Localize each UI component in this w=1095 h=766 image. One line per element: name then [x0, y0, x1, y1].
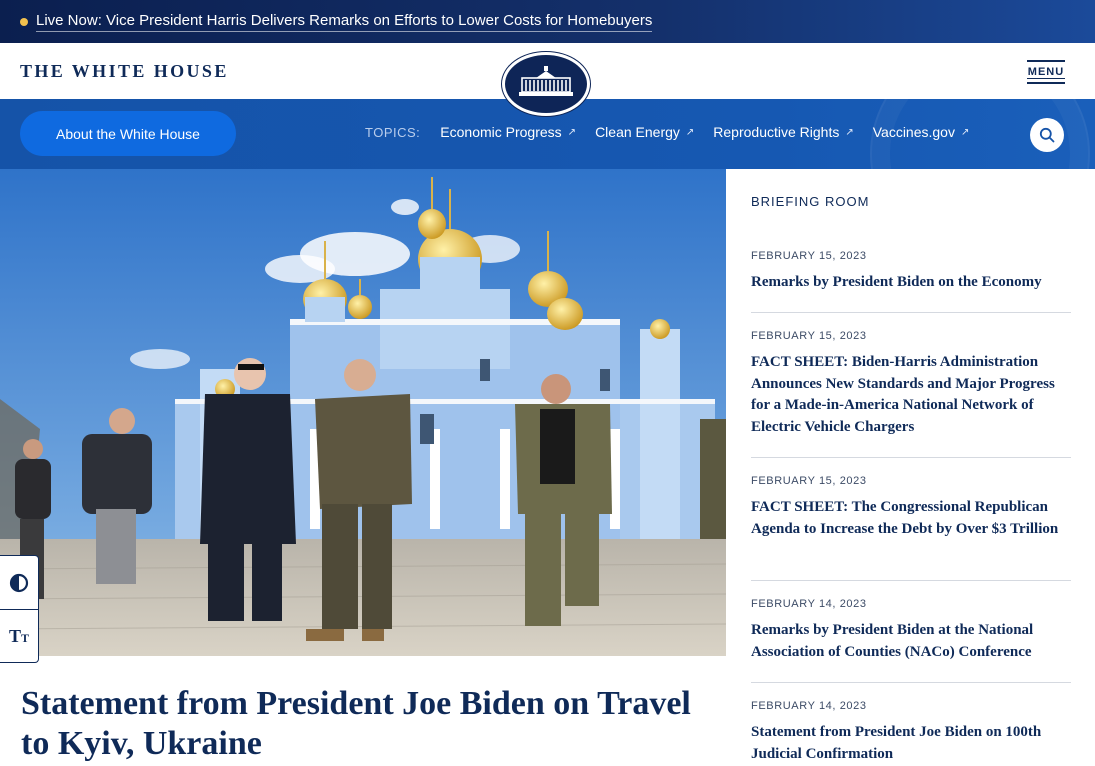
about-white-house-button[interactable]: About the White House [20, 111, 236, 156]
briefing-link[interactable]: Remarks by President Biden at the Nation… [751, 620, 1071, 663]
contrast-icon [9, 573, 29, 592]
topic-label: Vaccines.gov [872, 124, 955, 140]
site-header: THE WHITE HOUSE MENU [0, 43, 1095, 116]
briefing-date: FEBRUARY 14, 2023 [751, 598, 867, 610]
external-arrow-icon: ↗ [685, 126, 695, 138]
white-house-seal-icon[interactable] [502, 52, 590, 116]
search-icon [1039, 127, 1055, 143]
topics-label: TOPICS: [365, 124, 421, 140]
briefing-room-title[interactable]: BRIEFING ROOM [751, 194, 869, 209]
briefing-link[interactable]: FACT SHEET: The Congressional Republican… [751, 497, 1071, 540]
topics-list: TOPICS: Economic Progress ↗ Clean Energy… [365, 124, 988, 140]
topic-label: Clean Energy [595, 124, 680, 140]
divider [751, 312, 1071, 313]
briefing-item: FEBRUARY 14, 2023 Statement from Preside… [751, 700, 1071, 765]
briefing-item: FEBRUARY 15, 2023 Remarks by President B… [751, 250, 1071, 294]
text-size-icon: TT [8, 625, 30, 646]
topic-label: Economic Progress [440, 124, 562, 140]
external-arrow-icon: ↗ [845, 126, 854, 138]
briefing-item: FEBRUARY 14, 2023 Remarks by President B… [751, 598, 1071, 663]
hero-headline[interactable]: Statement from President Joe Biden on Tr… [21, 684, 711, 764]
briefing-link[interactable]: Remarks by President Biden on the Econom… [751, 272, 1071, 294]
briefing-item: FEBRUARY 15, 2023 FACT SHEET: The Congre… [751, 475, 1071, 540]
accessibility-tools: TT [0, 555, 39, 663]
live-alert-bar: Live Now: Vice President Harris Delivers… [0, 0, 1095, 43]
briefing-item: FEBRUARY 15, 2023 FACT SHEET: Biden-Harr… [751, 330, 1071, 438]
menu-button[interactable]: MENU [1027, 60, 1065, 84]
topic-clean-energy[interactable]: Clean Energy ↗ [595, 124, 694, 140]
text-size-button[interactable]: TT [0, 609, 38, 662]
topic-economic-progress[interactable]: Economic Progress ↗ [440, 124, 576, 140]
white-house-building-icon [519, 66, 573, 96]
site-title[interactable]: THE WHITE HOUSE [20, 61, 229, 82]
topic-label: Reproductive Rights [713, 124, 840, 140]
divider [751, 457, 1071, 458]
briefing-date: FEBRUARY 15, 2023 [751, 475, 867, 487]
live-alert-link[interactable]: Live Now: Vice President Harris Delivers… [36, 12, 653, 32]
briefing-date: FEBRUARY 15, 2023 [751, 250, 867, 262]
hero-photo [0, 169, 726, 656]
search-button[interactable] [1030, 118, 1064, 152]
divider [751, 580, 1071, 581]
briefing-link[interactable]: FACT SHEET: Biden-Harris Administration … [751, 352, 1071, 438]
external-arrow-icon: ↗ [567, 126, 577, 138]
hero-image[interactable] [0, 169, 726, 656]
external-arrow-icon: ↗ [960, 126, 970, 138]
topic-vaccines-gov[interactable]: Vaccines.gov ↗ [873, 124, 970, 140]
contrast-toggle-button[interactable] [0, 556, 38, 609]
divider [751, 682, 1071, 683]
briefing-link[interactable]: Statement from President Joe Biden on 10… [751, 722, 1071, 765]
live-dot-icon [20, 17, 28, 26]
briefing-date: FEBRUARY 14, 2023 [751, 700, 867, 712]
topic-reproductive-rights[interactable]: Reproductive Rights ↗ [713, 124, 853, 140]
briefing-date: FEBRUARY 15, 2023 [751, 330, 867, 342]
